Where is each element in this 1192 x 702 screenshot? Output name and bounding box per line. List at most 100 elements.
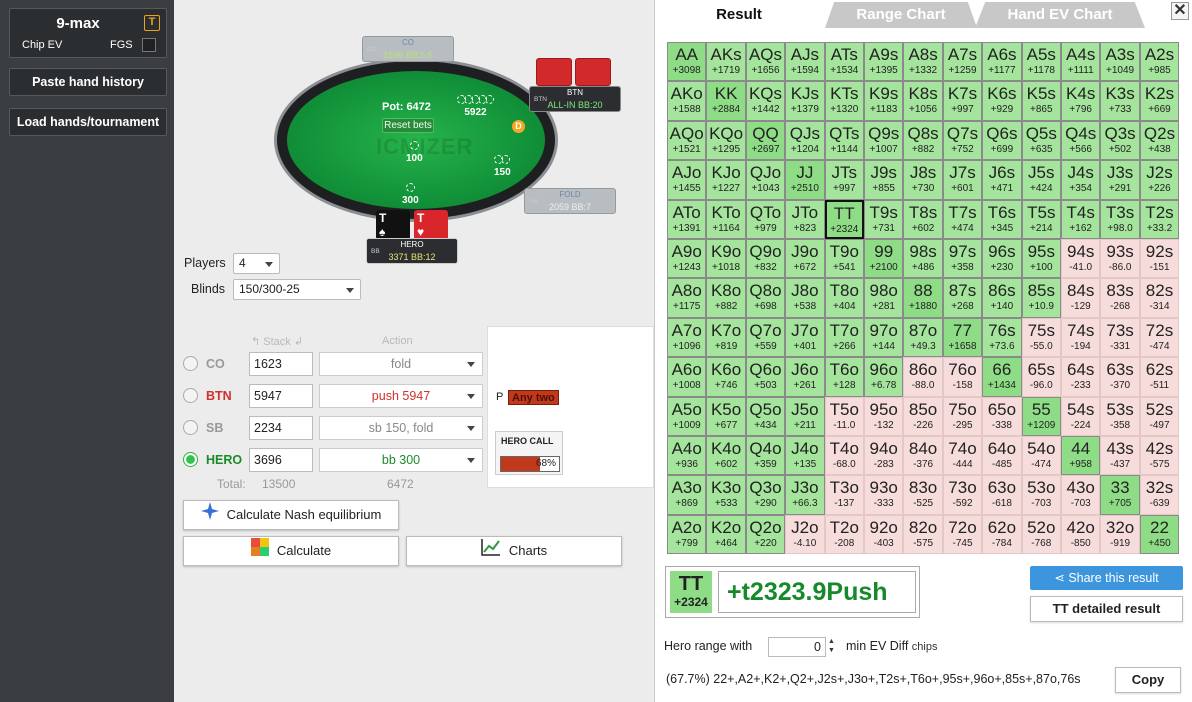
hand-cell[interactable]: Q9o +832: [745, 239, 786, 279]
hand-cell[interactable]: K7o +819: [706, 317, 746, 358]
hand-cell[interactable]: JJ +2510: [785, 160, 825, 200]
load-hands-button[interactable]: Load hands/tournament: [9, 108, 167, 136]
hand-cell[interactable]: T8s +602: [903, 199, 943, 239]
hand-cell[interactable]: T3o -137: [824, 475, 864, 515]
hand-cell[interactable]: J2s +226: [1139, 160, 1180, 200]
hand-cell[interactable]: 84o -376: [903, 436, 943, 476]
hand-cell[interactable]: T2s +33.2: [1139, 199, 1180, 239]
hand-cell[interactable]: AKs +1719: [706, 42, 746, 82]
hand-cell[interactable]: 42s -575: [1139, 436, 1180, 476]
hand-cell[interactable]: T3s +98.0: [1100, 199, 1140, 239]
hand-cell[interactable]: 63s -370: [1100, 357, 1140, 397]
tournament-badge-icon[interactable]: T: [144, 15, 160, 31]
hand-cell[interactable]: Q2s +438: [1139, 120, 1180, 161]
hand-cell[interactable]: J5s +424: [1021, 160, 1061, 200]
hand-cell[interactable]: A4s +1111: [1061, 42, 1101, 82]
hand-cell[interactable]: 43o -703: [1061, 475, 1101, 515]
hand-cell[interactable]: 44 +958: [1061, 436, 1101, 476]
hand-cell[interactable]: 66 +1434: [982, 357, 1022, 397]
action-select[interactable]: push 5947: [319, 384, 483, 408]
hand-cell[interactable]: KK +2884: [706, 81, 746, 121]
hand-cell[interactable]: 22 +450: [1139, 514, 1180, 555]
hand-cell[interactable]: KQs +1442: [745, 81, 786, 121]
hand-cell[interactable]: K5o +677: [706, 396, 746, 436]
hand-cell[interactable]: K9s +1183: [864, 81, 904, 121]
hand-cell[interactable]: K6o +746: [706, 357, 746, 397]
hand-cell[interactable]: 85s +10.9: [1021, 278, 1061, 318]
hand-cell[interactable]: 73o -592: [942, 475, 983, 515]
hand-cell[interactable]: K3o +533: [706, 475, 746, 515]
hand-cell[interactable]: Q5o +434: [745, 396, 786, 436]
hand-cell[interactable]: 55 +1209: [1021, 396, 1061, 436]
hand-cell[interactable]: T5s +214: [1021, 199, 1061, 239]
hand-cell[interactable]: A6s +1177: [982, 42, 1022, 82]
seat-sb[interactable]: SB FOLD 2059 BB:7: [524, 188, 616, 214]
hand-cell[interactable]: A5s +1178: [1021, 42, 1061, 82]
hand-cell[interactable]: Q3o +290: [745, 475, 786, 515]
hand-cell[interactable]: J4s +354: [1061, 160, 1101, 200]
hand-cell[interactable]: J6o +261: [785, 357, 825, 397]
hand-cell[interactable]: 93s -86.0: [1100, 239, 1140, 279]
hand-cell[interactable]: A9s +1395: [864, 42, 904, 82]
calculate-button[interactable]: Calculate: [183, 536, 399, 566]
hand-cell[interactable]: T6s +345: [982, 199, 1022, 239]
hand-cell[interactable]: 96o +6.78: [864, 357, 904, 397]
hand-cell[interactable]: J4o +135: [785, 436, 825, 476]
hand-cell[interactable]: 93o -333: [864, 475, 904, 515]
hand-cell[interactable]: 83s -268: [1100, 278, 1140, 318]
hand-cell[interactable]: K5s +865: [1021, 81, 1061, 121]
hand-cell[interactable]: J3s +291: [1100, 160, 1140, 200]
hand-cell[interactable]: J9o +672: [785, 239, 825, 279]
hand-cell[interactable]: K9o +1018: [706, 239, 746, 279]
share-result-button[interactable]: ⋖ Share this result: [1030, 566, 1183, 590]
seat-hero[interactable]: BB HERO 3371 BB:12: [366, 238, 458, 264]
hand-cell[interactable]: 86o -88.0: [903, 357, 943, 397]
hand-cell[interactable]: 97s +358: [942, 239, 983, 279]
hand-cell[interactable]: T2o -208: [824, 514, 864, 555]
hand-cell[interactable]: 77 +1658: [942, 317, 983, 358]
hand-cell[interactable]: 99 +2100: [864, 239, 904, 279]
hand-cell[interactable]: T9o +541: [824, 239, 864, 279]
hand-cell[interactable]: Q2o +220: [745, 514, 786, 555]
hand-cell[interactable]: 98s +486: [903, 239, 943, 279]
hand-cell[interactable]: QJs +1204: [785, 120, 825, 161]
hand-cell[interactable]: Q6s +699: [982, 120, 1022, 161]
hand-cell[interactable]: TT +2324: [824, 199, 864, 239]
hand-cell[interactable]: T7s +474: [942, 199, 983, 239]
hand-cell[interactable]: JTs +997: [824, 160, 864, 200]
hand-cell[interactable]: T7o +266: [824, 317, 864, 358]
hand-cell[interactable]: Q4s +566: [1061, 120, 1101, 161]
hand-cell[interactable]: K4o +602: [706, 436, 746, 476]
hand-cell[interactable]: 73s -331: [1100, 317, 1140, 358]
close-icon[interactable]: ✕: [1171, 2, 1189, 20]
hand-cell[interactable]: A8o +1175: [667, 278, 707, 318]
hand-cell[interactable]: K3s +733: [1100, 81, 1140, 121]
hand-cell[interactable]: 72o -745: [942, 514, 983, 555]
hand-cell[interactable]: Q5s +635: [1021, 120, 1061, 161]
hand-cell[interactable]: A2s +985: [1139, 42, 1180, 82]
hand-cell[interactable]: J3o +66.3: [785, 475, 825, 515]
hand-cell[interactable]: K2s +669: [1139, 81, 1180, 121]
stack-input[interactable]: 3696: [249, 448, 313, 472]
hand-cell[interactable]: 64s -233: [1061, 357, 1101, 397]
hand-cell[interactable]: 76o -158: [942, 357, 983, 397]
reset-bets-button[interactable]: Reset bets: [382, 118, 434, 133]
hand-cell[interactable]: 52o -768: [1021, 514, 1061, 555]
hand-cell[interactable]: Q8o +698: [745, 278, 786, 318]
hand-cell[interactable]: ATs +1534: [824, 42, 864, 82]
hand-cell[interactable]: 65s -96.0: [1021, 357, 1061, 397]
hand-cell[interactable]: 97o +144: [864, 317, 904, 358]
hand-cell[interactable]: 53o -703: [1021, 475, 1061, 515]
hand-cell[interactable]: A9o +1243: [667, 239, 707, 279]
hand-cell[interactable]: T9s +731: [864, 199, 904, 239]
hand-cell[interactable]: 63o -618: [982, 475, 1022, 515]
hand-cell[interactable]: 75o -295: [942, 396, 983, 436]
hand-cell[interactable]: 53s -358: [1100, 396, 1140, 436]
hand-cell[interactable]: T8o +404: [824, 278, 864, 318]
hand-cell[interactable]: ATo +1391: [667, 199, 707, 239]
detailed-result-button[interactable]: TT detailed result: [1030, 596, 1183, 622]
player-radio[interactable]: [183, 452, 198, 467]
hand-cell[interactable]: K2o +464: [706, 514, 746, 555]
stepper-icon[interactable]: ▲ ▼: [828, 637, 836, 657]
hand-cell[interactable]: 95s +100: [1021, 239, 1061, 279]
